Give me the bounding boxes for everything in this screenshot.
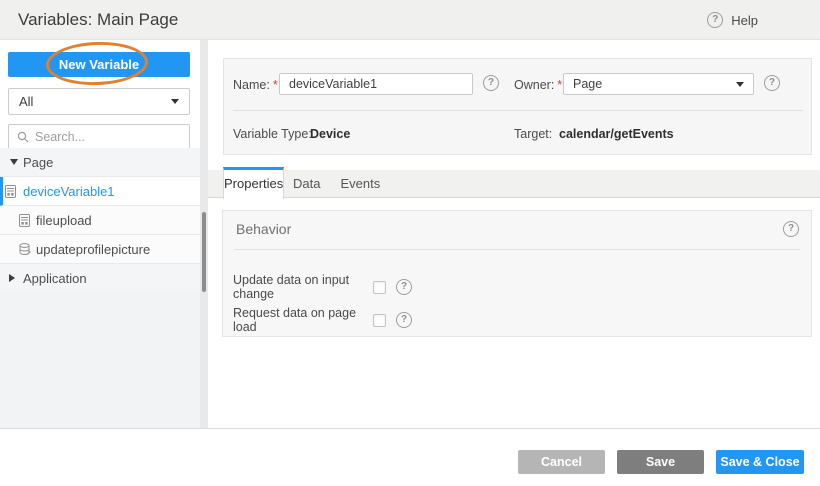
dialog-header: Variables: Main Page Help: [0, 0, 820, 40]
tree-item-label: fileupload: [36, 213, 92, 228]
search-input[interactable]: [35, 130, 175, 144]
new-variable-button[interactable]: New Variable: [8, 52, 190, 77]
variables-dialog: Variables: Main Page Help New Variable A…: [0, 0, 820, 486]
search-icon: [17, 131, 29, 143]
option-help-icon[interactable]: [396, 279, 412, 295]
chevron-down-icon: [736, 82, 744, 87]
variables-tree: Page deviceVariable1 fileupload: [0, 148, 200, 293]
device-variable-icon: [18, 214, 31, 227]
tree-item-fileupload[interactable]: fileupload: [0, 206, 200, 235]
target-value: calendar/getEvents: [559, 127, 674, 141]
variable-filter-select[interactable]: All: [8, 88, 190, 115]
option-label: Update data on input change: [233, 273, 373, 301]
variable-type-value: Device: [310, 127, 350, 141]
help-button[interactable]: Help: [707, 0, 758, 40]
required-marker: *: [273, 78, 278, 92]
tree-empty-area: [0, 292, 200, 428]
option-request-on-page-load: Request data on page load: [233, 306, 412, 334]
save-button[interactable]: Save: [617, 450, 704, 474]
section-divider: [234, 249, 800, 250]
sidebar-splitter[interactable]: [200, 40, 208, 428]
tree-group-label: Application: [23, 271, 87, 286]
option-help-icon[interactable]: [396, 312, 412, 328]
editor-tabbar: Data Events: [208, 170, 820, 198]
option-update-on-input-change: Update data on input change: [233, 273, 412, 301]
variable-editor: Name:* Owner:* Page Variable Type: Devic…: [208, 40, 820, 428]
help-label: Help: [731, 13, 758, 28]
behavior-panel: Behavior Update data on input change Req…: [222, 210, 812, 337]
page-title: Variables: Main Page: [18, 0, 178, 40]
sidebar-scrollbar-thumb[interactable]: [202, 212, 206, 292]
tree-item-label: deviceVariable1: [23, 184, 115, 199]
tab-events[interactable]: Events: [330, 170, 390, 198]
request-on-page-load-checkbox[interactable]: [373, 314, 386, 327]
tree-group-page[interactable]: Page: [0, 148, 200, 177]
chevron-down-icon: [171, 99, 179, 104]
variables-sidebar: New Variable All Page deviceVariable1: [0, 40, 200, 428]
caret-right-icon: [9, 274, 15, 282]
tree-item-label: updateprofilepicture: [36, 242, 150, 257]
tab-properties[interactable]: Properties: [223, 167, 284, 199]
cancel-button[interactable]: Cancel: [518, 450, 605, 474]
option-label: Request data on page load: [233, 306, 373, 334]
dialog-footer: Cancel Save Save & Close: [0, 428, 820, 486]
owner-selected-value: Page: [573, 77, 602, 91]
tab-data[interactable]: Data: [283, 170, 330, 198]
behavior-help-icon[interactable]: [783, 221, 799, 237]
help-icon: [707, 12, 723, 28]
variable-type-label: Variable Type:: [233, 127, 312, 141]
tree-group-label: Page: [23, 155, 53, 170]
owner-label: Owner:*: [514, 78, 562, 92]
behavior-section-title: Behavior: [236, 221, 291, 237]
owner-select[interactable]: Page: [563, 73, 754, 95]
variable-search: [8, 124, 190, 150]
required-marker: *: [557, 78, 562, 92]
tree-item-updateprofilepicture[interactable]: updateprofilepicture: [0, 235, 200, 264]
tree-group-application[interactable]: Application: [0, 264, 200, 293]
update-on-input-change-checkbox[interactable]: [373, 281, 386, 294]
device-variable-icon: [3, 185, 18, 198]
name-help-icon[interactable]: [483, 75, 499, 91]
target-label: Target:: [514, 127, 552, 141]
caret-down-icon: [10, 159, 18, 165]
panel-divider: [233, 110, 803, 111]
live-variable-icon: [18, 243, 31, 256]
name-input[interactable]: [279, 73, 473, 95]
variable-summary-panel: Name:* Owner:* Page Variable Type: Devic…: [223, 58, 812, 155]
save-and-close-button[interactable]: Save & Close: [716, 450, 804, 474]
tree-item-devicevariable1[interactable]: deviceVariable1: [0, 177, 200, 206]
filter-selected-value: All: [19, 94, 33, 109]
owner-help-icon[interactable]: [764, 75, 780, 91]
name-label: Name:*: [233, 78, 278, 92]
